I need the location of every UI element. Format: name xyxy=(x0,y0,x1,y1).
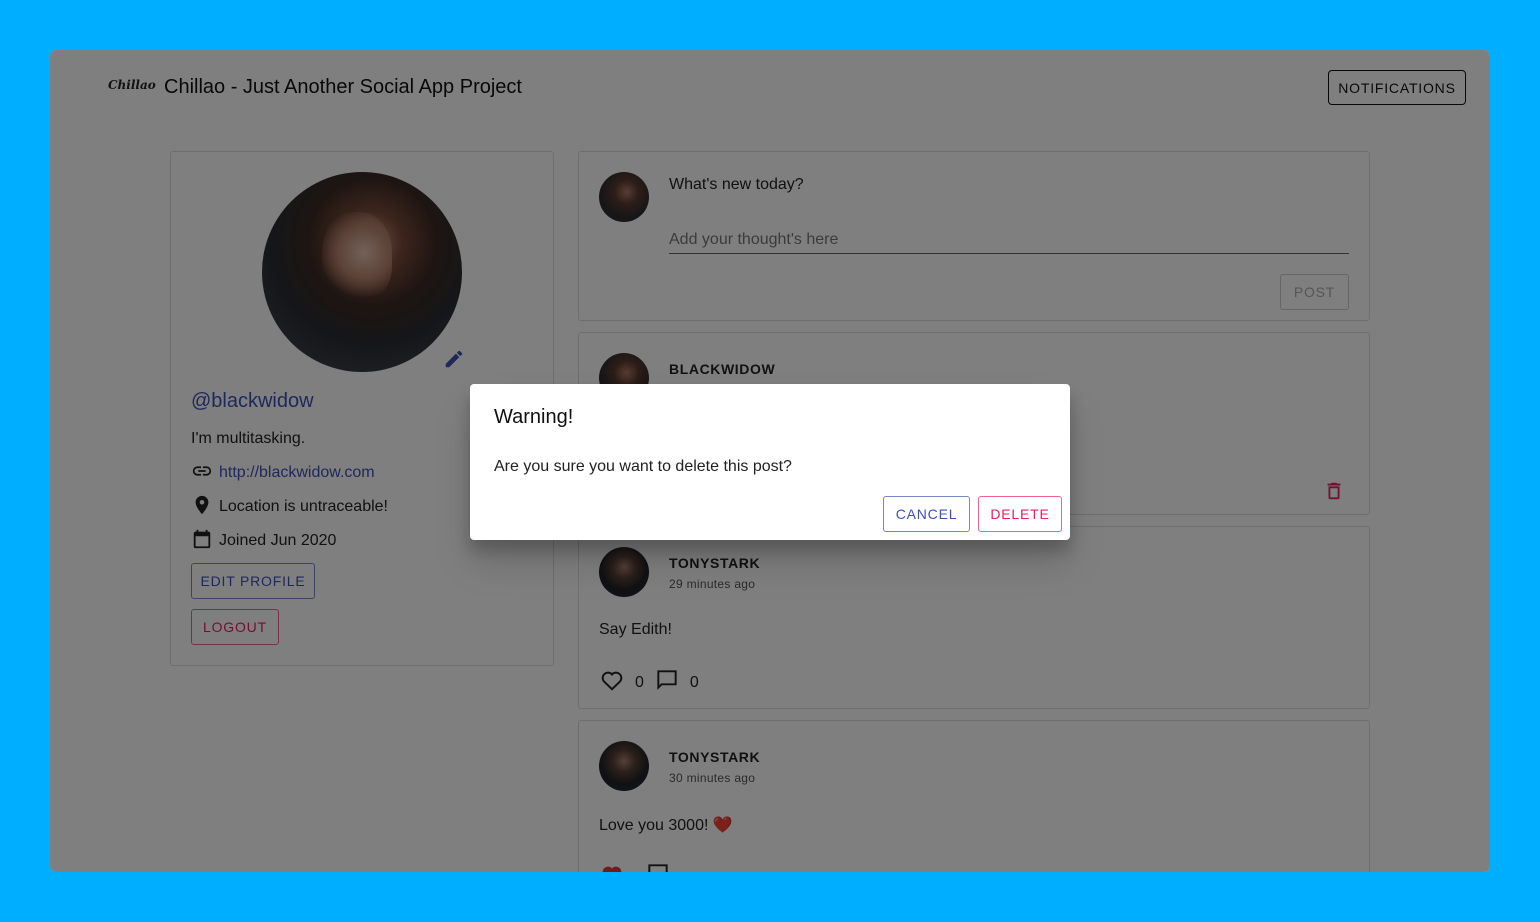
delete-confirm-dialog: Warning! Are you sure you want to delete… xyxy=(470,384,1070,540)
delete-button[interactable]: DELETE xyxy=(978,496,1062,532)
cancel-button[interactable]: CANCEL xyxy=(883,496,970,532)
app-window: Chillao Chillao - Just Another Social Ap… xyxy=(50,50,1490,872)
dialog-title: Warning! xyxy=(494,406,574,428)
dialog-message: Are you sure you want to delete this pos… xyxy=(494,458,792,475)
